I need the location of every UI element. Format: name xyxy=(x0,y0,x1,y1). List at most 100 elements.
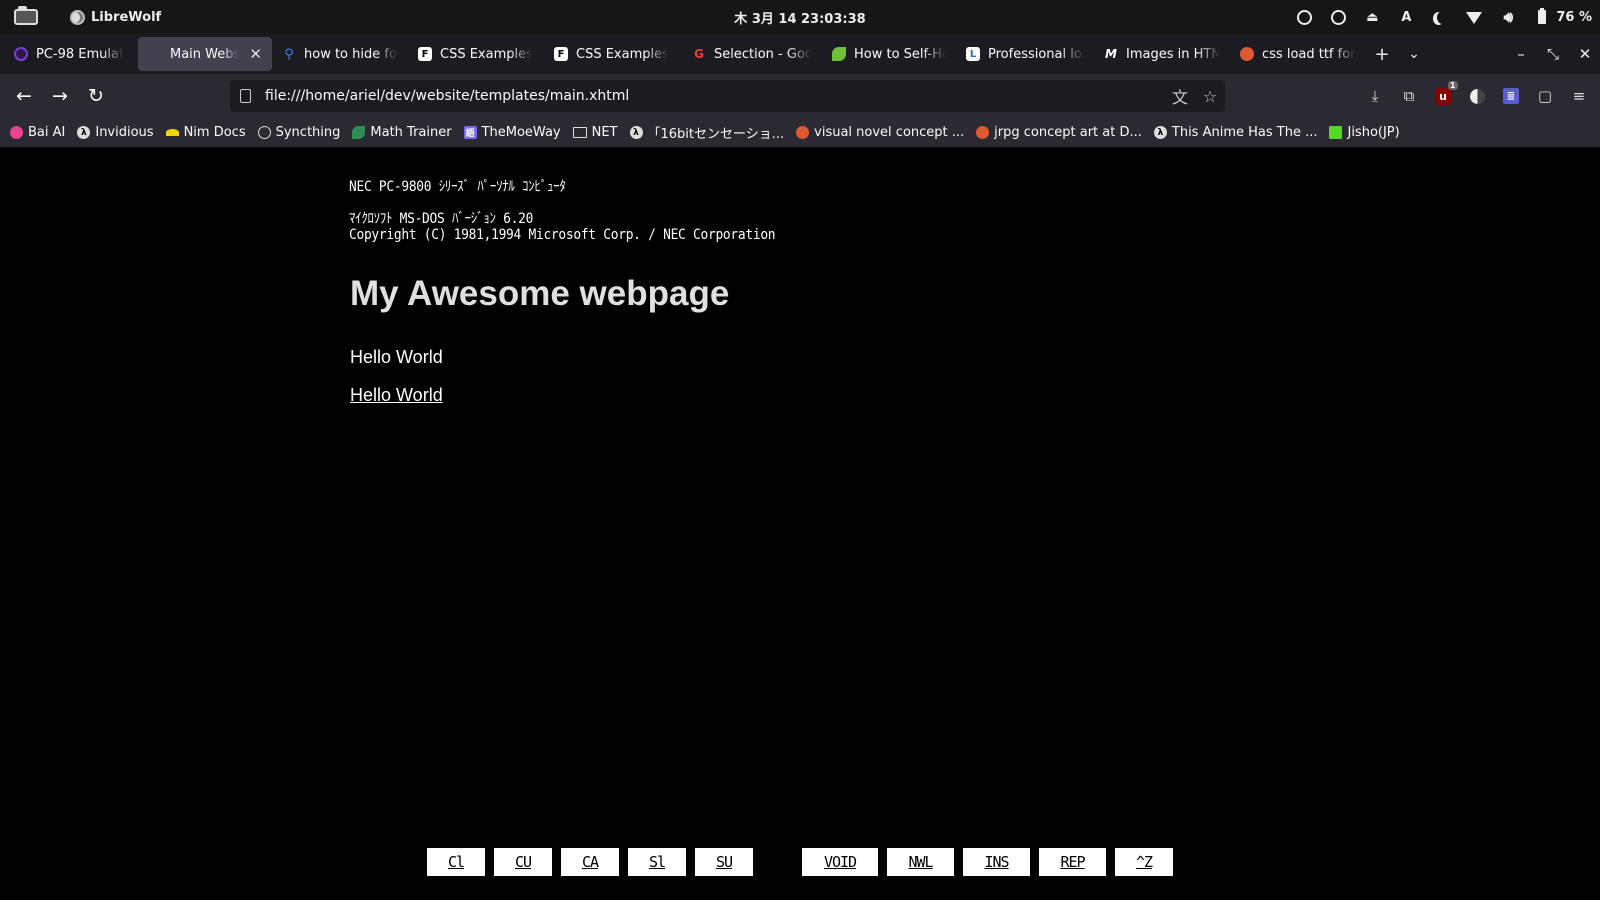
nim-icon xyxy=(165,129,179,136)
close-tab-icon[interactable]: ✕ xyxy=(249,45,262,63)
tab-how-to-hide[interactable]: ⚲ how to hide foc xyxy=(272,37,408,71)
tab-css-load-ttf[interactable]: css load ttf fon xyxy=(1230,37,1366,71)
nav-toolbar: ← → ↻ file:///home/ariel/dev/website/tem… xyxy=(0,74,1600,118)
input-method-indicator[interactable]: A xyxy=(1398,9,1414,25)
downloads-icon[interactable]: ⤓ xyxy=(1362,83,1388,109)
tab-main-website[interactable]: Main Website ✕ xyxy=(138,37,272,71)
wifi-icon[interactable] xyxy=(1466,9,1483,25)
page-viewport: NEC PC-9800 ｼﾘｰｽﾞ ﾊﾟｰｿﾅﾙ ｺﾝﾋﾟｭｰﾀ ﾏｲｸﾛｿﾌﾄ… xyxy=(0,149,1600,900)
eject-icon[interactable]: ⏏ xyxy=(1364,9,1380,25)
invidious-icon: λ xyxy=(77,126,91,139)
bookmark-themoeway[interactable]: 語 TheMoeWay xyxy=(463,125,561,140)
fkey-void[interactable]: VOID xyxy=(802,848,878,876)
pc98-icon xyxy=(14,47,28,61)
bookmark-math-trainer[interactable]: Math Trainer xyxy=(352,125,452,140)
fkey-sl[interactable]: Sl xyxy=(628,848,686,876)
translate-icon[interactable]: 文 xyxy=(1165,84,1195,108)
bookmark-jisho[interactable]: Jisho(JP) xyxy=(1329,125,1400,140)
folder-icon xyxy=(572,127,587,138)
dos-line-1: NEC PC-9800 ｼﾘｰｽﾞ ﾊﾟｰｿﾅﾙ ｺﾝﾋﾟｭｰﾀ xyxy=(349,179,566,195)
dos-line-3: Copyright (C) 1981,1994 Microsoft Corp. … xyxy=(349,227,776,243)
tab-css-examples-1[interactable]: F CSS Examples xyxy=(408,37,544,71)
system-top-bar: LibreWolf 木 3月 14 23:03:38 ⏏ A 🔊︎ 76 % xyxy=(0,0,1600,34)
invidious-icon: λ xyxy=(1153,126,1167,139)
tab-images-in-html[interactable]: M Images in HTM xyxy=(1094,37,1230,71)
fkey-cu[interactable]: CU xyxy=(494,848,552,876)
search-icon: ⚲ xyxy=(284,46,294,62)
duck-icon xyxy=(796,126,810,139)
bookmark-syncthing[interactable]: Syncthing xyxy=(257,125,340,140)
close-window-icon[interactable]: ✕ xyxy=(1576,45,1594,63)
clock[interactable]: 木 3月 14 23:03:38 xyxy=(734,12,865,27)
tab-selection-google[interactable]: G Selection - Goo xyxy=(682,37,822,71)
bookmark-bai-ai[interactable]: Bai AI xyxy=(10,125,65,140)
system-tray[interactable]: ⏏ A 🔊︎ 76 % xyxy=(1296,0,1592,34)
app-menu[interactable]: LibreWolf xyxy=(70,9,162,25)
fkey-nwl[interactable]: NWL xyxy=(887,848,954,876)
bai-icon xyxy=(10,126,23,139)
back-icon[interactable]: ← xyxy=(6,80,42,112)
fkey-ins[interactable]: INS xyxy=(963,848,1030,876)
jisho-icon xyxy=(1329,126,1343,139)
page-heading: My Awesome webpage xyxy=(350,274,730,313)
dark-reader-icon[interactable] xyxy=(1464,83,1490,109)
night-light-icon[interactable] xyxy=(1432,9,1448,25)
url-bar[interactable]: file:///home/ariel/dev/website/templates… xyxy=(230,80,1225,112)
librewolf-icon xyxy=(70,9,85,25)
clipboard-icon[interactable]: ▢ xyxy=(1532,83,1558,109)
bookmark-jrpg-concept[interactable]: jrpg concept art at D... xyxy=(976,125,1142,140)
new-tab-icon[interactable]: + xyxy=(1366,44,1398,65)
bookmark-visual-novel[interactable]: visual novel concept ... xyxy=(796,125,964,140)
duck-icon xyxy=(1240,47,1254,61)
files-icon[interactable] xyxy=(14,6,38,25)
blank-page-icon xyxy=(148,47,162,61)
page-paragraph: Hello World xyxy=(350,347,443,367)
volume-icon[interactable]: 🔊︎ xyxy=(1500,8,1516,26)
bookmark-invidious[interactable]: λ Invidious xyxy=(77,125,154,140)
fkey-ca[interactable]: CA xyxy=(561,848,619,876)
bookmark-folder-net[interactable]: NET xyxy=(572,125,618,140)
bookmarks-toolbar: Bai AI λ Invidious Nim Docs Syncthing Ma… xyxy=(0,118,1600,148)
tab-professional[interactable]: L Professional loc xyxy=(956,37,1094,71)
list-tabs-chevron-icon[interactable]: ⌄ xyxy=(1398,46,1430,62)
steam-icon[interactable] xyxy=(1296,9,1312,25)
fkey-su[interactable]: SU xyxy=(695,848,753,876)
moeway-icon: 語 xyxy=(463,126,477,139)
minimize-icon[interactable]: – xyxy=(1512,45,1530,63)
page-link[interactable]: Hello World xyxy=(350,385,443,406)
tab-pc98-emulator[interactable]: PC-98 Emulatio xyxy=(4,37,134,71)
leaf-icon xyxy=(832,47,846,61)
fkey-rep[interactable]: REP xyxy=(1039,848,1106,876)
tab-css-examples-2[interactable]: F CSS Examples xyxy=(544,37,682,71)
extension-icon[interactable]: ≣ xyxy=(1498,83,1524,109)
fkey-ctrl-z[interactable]: ^Z xyxy=(1115,848,1173,876)
fkey-cl[interactable]: Cl xyxy=(427,848,485,876)
l-logo-icon: L xyxy=(966,47,980,61)
dos-line-2: ﾏｲｸﾛｿﾌﾄ MS-DOS ﾊﾞｰｼﾞｮﾝ 6.20 xyxy=(349,211,534,227)
url-text[interactable]: file:///home/ariel/dev/website/templates… xyxy=(265,88,1165,104)
tab-strip: PC-98 Emulatio Main Website ✕ ⚲ how to h… xyxy=(0,34,1600,74)
duck-icon xyxy=(976,126,990,139)
battery-icon[interactable] xyxy=(1534,8,1550,25)
syncthing-tray-icon[interactable] xyxy=(1330,9,1346,25)
f-logo-icon: F xyxy=(554,47,568,61)
bookmark-star-icon[interactable]: ☆ xyxy=(1195,87,1225,106)
page-icon xyxy=(240,89,251,103)
restore-icon[interactable]: ⤡ xyxy=(1544,45,1562,63)
invidious-icon: λ xyxy=(629,126,643,139)
bookmark-this-anime[interactable]: λ This Anime Has The ... xyxy=(1153,125,1317,140)
m-logo-icon: M xyxy=(1105,47,1117,61)
globe-icon xyxy=(257,126,271,139)
dos-boot-text: NEC PC-9800 ｼﾘｰｽﾞ ﾊﾟｰｿﾅﾙ ｺﾝﾋﾟｭｰﾀ ﾏｲｸﾛｿﾌﾄ… xyxy=(349,179,776,243)
forward-icon[interactable]: → xyxy=(42,80,78,112)
leaf-icon xyxy=(352,126,366,139)
bookmark-nim-docs[interactable]: Nim Docs xyxy=(165,125,246,140)
tab-how-to-self-host[interactable]: How to Self-Ho xyxy=(822,37,956,71)
reload-icon[interactable]: ↻ xyxy=(78,80,114,112)
bookmark-16bit-sensation[interactable]: λ 「16bitセンセーショ... xyxy=(629,123,784,142)
f-logo-icon: F xyxy=(418,47,432,61)
app-name: LibreWolf xyxy=(91,9,162,25)
extensions-icon[interactable]: ⧉ xyxy=(1396,83,1422,109)
ublock-icon[interactable]: u xyxy=(1430,80,1458,109)
menu-icon[interactable]: ≡ xyxy=(1566,83,1592,109)
